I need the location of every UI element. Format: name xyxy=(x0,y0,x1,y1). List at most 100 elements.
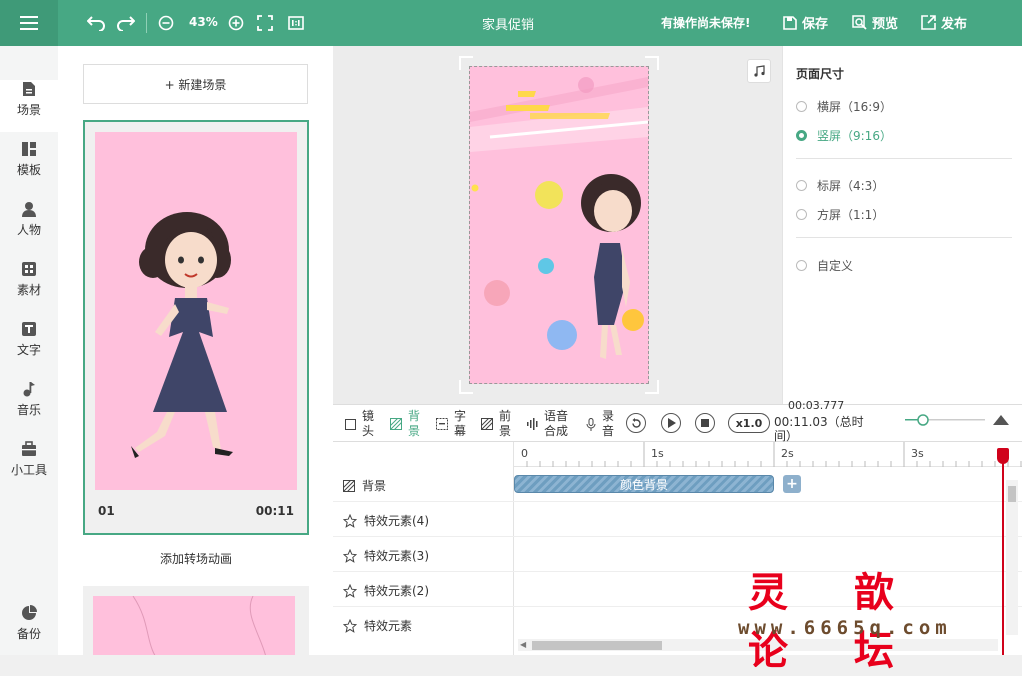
text-icon xyxy=(20,320,38,338)
stage-artwork xyxy=(470,77,649,359)
scrollbar-thumb[interactable] xyxy=(532,641,662,650)
sidebar-item-label: 小工具 xyxy=(10,463,47,477)
template-icon xyxy=(20,140,38,158)
zoom-in-icon[interactable] xyxy=(227,13,245,33)
undo-icon[interactable] xyxy=(86,13,106,33)
option-square[interactable]: 方屏（1:1） xyxy=(796,206,884,223)
scene-thumbnail xyxy=(95,132,297,490)
row-label: 特效元素(3) xyxy=(364,549,429,563)
sidebar-item-backup[interactable]: 备份 xyxy=(0,604,58,656)
ruler-tick: 3s xyxy=(911,447,924,460)
canvas-area xyxy=(333,46,782,404)
tool-camera[interactable]: 镜头 xyxy=(345,409,375,439)
total-time: 00:11.03（总时间） xyxy=(774,415,864,443)
hatched-foreground-icon xyxy=(481,418,493,430)
publish-button[interactable]: 发布 xyxy=(921,13,967,32)
radio-icon xyxy=(796,101,807,112)
option-custom[interactable]: 自定义 xyxy=(796,257,853,274)
sparkle-star-icon xyxy=(343,583,357,598)
unsaved-notice: 有操作尚未保存! xyxy=(661,16,751,30)
new-scene-button[interactable]: + 新建场景 xyxy=(83,64,308,104)
hamburger-menu-icon[interactable] xyxy=(0,0,58,46)
add-clip-button[interactable]: + xyxy=(783,475,801,493)
music-note-icon[interactable] xyxy=(747,59,771,83)
sidebar-item-label: 人物 xyxy=(16,223,41,237)
sidebar-item-label: 备份 xyxy=(16,627,41,641)
sidebar-item-label: 音乐 xyxy=(16,403,41,417)
person-icon xyxy=(20,200,38,218)
sidebar-item-text[interactable]: 文字 xyxy=(0,320,58,372)
replay-icon[interactable] xyxy=(626,413,646,433)
divider xyxy=(796,237,1012,238)
option-standard[interactable]: 标屏（4:3） xyxy=(796,177,884,194)
ruler-tick: 0 xyxy=(521,447,528,460)
save-button[interactable]: 保存 xyxy=(783,13,828,32)
tool-background[interactable]: 背景 xyxy=(390,409,421,439)
left-sidebar: 场景 模板 人物 素材 文字 音乐 小工具 备份 xyxy=(0,46,58,655)
microphone-icon xyxy=(586,417,596,431)
sidebar-item-label: 素材 xyxy=(16,283,41,297)
stop-icon[interactable] xyxy=(695,413,715,433)
material-icon xyxy=(20,260,38,278)
option-label: 竖屏（9:16） xyxy=(817,129,892,143)
tool-label: 录音 xyxy=(601,409,614,438)
timeline-row-effect[interactable]: 特效元素(4) xyxy=(333,502,1022,537)
zoom-out-icon[interactable] xyxy=(157,13,175,33)
project-title: 家具促销 xyxy=(482,18,535,33)
option-label: 自定义 xyxy=(817,259,854,273)
sidebar-item-scene[interactable]: 场景 xyxy=(0,80,58,132)
scroll-left-arrow-icon[interactable]: ◀ xyxy=(520,640,526,649)
sidebar-item-material[interactable]: 素材 xyxy=(0,260,58,312)
scene-card[interactable]: 01 00:11 xyxy=(83,120,309,535)
timeline-toolbar: 镜头 背景 字幕 前景 语音合成 录音 x1.0 00:03.777 00:11… xyxy=(333,399,1022,443)
timeline-row-background[interactable]: 背景 颜色背景 + xyxy=(333,467,1022,502)
row-label: 背景 xyxy=(362,479,387,493)
sidebar-item-template[interactable]: 模板 xyxy=(0,140,58,192)
preview-button[interactable]: 预览 xyxy=(852,13,898,32)
radio-icon xyxy=(796,260,807,271)
redo-icon[interactable] xyxy=(116,13,136,33)
save-label: 保存 xyxy=(802,17,829,32)
sidebar-item-label: 模板 xyxy=(16,163,41,177)
sidebar-item-label: 文字 xyxy=(16,343,41,357)
radio-selected-icon xyxy=(796,130,807,141)
radio-icon xyxy=(796,180,807,191)
tool-foreground[interactable]: 前景 xyxy=(481,409,512,439)
actual-size-icon[interactable] xyxy=(287,13,305,33)
page-size-heading: 页面尺寸 xyxy=(796,67,845,81)
add-transition-link[interactable]: 添加转场动画 xyxy=(83,550,309,567)
option-landscape[interactable]: 横屏（16:9） xyxy=(796,98,892,115)
tool-subtitle[interactable]: 字幕 xyxy=(436,409,467,439)
sidebar-item-music[interactable]: 音乐 xyxy=(0,380,58,432)
tool-record[interactable]: 录音 xyxy=(586,409,615,439)
fullscreen-icon[interactable] xyxy=(256,13,274,33)
stage-canvas[interactable] xyxy=(469,66,649,384)
sidebar-item-person[interactable]: 人物 xyxy=(0,200,58,252)
tool-label: 语音合成 xyxy=(543,409,568,438)
top-bar: 43% 家具促销 有操作尚未保存! 保存 预览 发布 xyxy=(0,0,1022,46)
row-label: 特效元素(4) xyxy=(364,514,429,528)
playhead-handle[interactable] xyxy=(997,448,1009,464)
scene-card[interactable] xyxy=(83,586,309,655)
tool-label: 镜头 xyxy=(361,409,374,438)
option-portrait[interactable]: 竖屏（9:16） xyxy=(796,127,892,144)
publish-icon xyxy=(921,15,936,30)
page-size-panel: 页面尺寸 横屏（16:9） 竖屏（9:16） 标屏（4:3） 方屏（1:1） 自… xyxy=(782,46,1022,404)
play-icon[interactable] xyxy=(661,413,681,433)
hatched-background-icon xyxy=(390,418,402,430)
playback-speed-button[interactable]: x1.0 xyxy=(728,413,770,433)
ruler-tick: 2s xyxy=(781,447,794,460)
divider xyxy=(796,158,1012,159)
tool-label: 字幕 xyxy=(453,409,466,438)
backup-pie-icon xyxy=(20,604,38,622)
time-ruler[interactable]: 0 1s 2s 3s xyxy=(514,442,1022,467)
sidebar-item-toolbox[interactable]: 小工具 xyxy=(0,440,58,492)
scrollbar-thumb[interactable] xyxy=(1008,486,1016,502)
watermark-url: www.6665q.com xyxy=(738,617,952,639)
color-background-clip[interactable]: 颜色背景 xyxy=(514,475,774,493)
tool-tts[interactable]: 语音合成 xyxy=(526,409,569,439)
toolbox-icon xyxy=(20,440,38,458)
timeline-zoom-slider[interactable] xyxy=(885,413,1015,427)
preview-icon xyxy=(852,15,867,30)
ruler-tick: 1s xyxy=(651,447,664,460)
